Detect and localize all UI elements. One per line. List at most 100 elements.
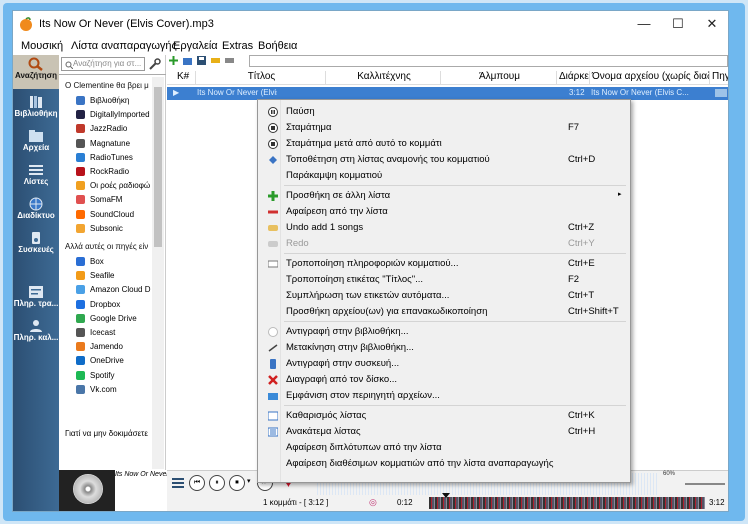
previous-button[interactable]: ⏮ [189,475,205,491]
service-icon [76,299,85,309]
load-playlist-icon[interactable] [183,56,192,65]
list-item[interactable]: RadioTunes [76,151,156,164]
tab-artist-info[interactable]: Πληρ. καλ... [13,317,59,349]
list-item[interactable]: OneDrive [76,354,156,367]
queue-icon [269,156,277,164]
list-item[interactable]: Amazon Cloud D [76,283,156,296]
column-album[interactable]: Άλμπουμ [440,71,556,85]
maximize-button[interactable]: ☐ [661,11,695,37]
menu-item[interactable]: Τροποποίηση ετικέτας "Τίτλος"... F2 [260,272,630,288]
menu-item[interactable]: Τροποποίηση πληροφοριών κομματιού... Ctrl… [260,256,630,272]
device-copy-icon [270,359,276,369]
seek-handle[interactable] [441,493,450,498]
menu-item[interactable]: Συμπλήρωση των ετικετών αυτόματα... Ctrl+… [260,288,630,304]
scrollbar-thumb[interactable] [154,87,162,247]
stop-button[interactable]: ⏹ [229,475,245,491]
menu-item[interactable]: Αντιγραφή στην συσκευή... [260,356,630,372]
now-playing-indicator-icon: ▶ [173,88,180,97]
menu-item[interactable]: Διαγραφή από τον δίσκο... [260,372,630,388]
column-length[interactable]: Διάρκει [556,71,589,85]
list-item[interactable]: JazzRadio [76,122,156,135]
tab-playlists[interactable]: Λίστες [13,161,59,193]
list-item[interactable]: Box [76,255,156,268]
menu-item[interactable]: Αντιγραφή στην βιβλιοθήκη... [260,324,630,340]
list-item[interactable]: Vk.com [76,383,156,396]
service-icon [76,138,85,148]
volume-slider[interactable] [685,477,725,485]
row-length: 3:12 [569,88,585,97]
menu-item[interactable]: Αφαίρεση διαθέσιμων κομματιών από την λί… [260,456,630,472]
menu-item[interactable]: Παράκαμψη κομματιού [260,168,630,184]
list-item[interactable]: Seafile [76,269,156,282]
list-item[interactable]: Jamendo [76,340,156,353]
menu-help[interactable]: Βοήθεια [258,40,297,52]
list-item-label: Icecast [90,328,116,337]
list-item[interactable]: SoundCloud [76,208,156,221]
delete-icon [268,375,278,385]
close-button[interactable]: ✕ [695,11,728,37]
list-item[interactable]: RockRadio [76,165,156,178]
tab-library[interactable]: Βιβλιοθήκη [13,93,59,125]
list-item[interactable]: Βιβλιοθήκη [76,94,156,107]
list-item[interactable]: Spotify [76,369,156,382]
list-item[interactable]: Dropbox [76,298,156,311]
menu-item[interactable]: Μετακίνηση στην βιβλιοθήκη... [260,340,630,356]
menu-item[interactable]: Εμφάνιση στον περιηγητή αρχείων... [260,388,630,404]
menu-item[interactable]: Σταμάτημα μετά από αυτό το κομμάτι [260,136,630,152]
list-item[interactable]: Subsonic [76,222,156,235]
tab-devices[interactable]: Συσκευές [13,229,59,261]
menu-playlist[interactable]: Λίστα αναπαραγωγής [71,40,177,52]
menu-item[interactable]: Προσθήκη σε άλλη λίστα ▸ [260,188,630,204]
tab-internet[interactable]: Διαδίκτυο [13,195,59,227]
column-filename[interactable]: Όνομα αρχείου (χωρίς διαδρομ [589,71,709,85]
menu-separator [284,253,626,254]
lastfm-icon[interactable]: ◎ [369,497,377,508]
seek-bar[interactable] [429,497,705,509]
repeat-toolbar-icon[interactable] [225,56,234,65]
menu-item[interactable]: Καθαρισμός λίστας Ctrl+K [260,408,630,424]
list-item[interactable]: Google Drive [76,312,156,325]
global-search-input[interactable]: Αναζήτηση για στ... [61,57,145,71]
menu-item[interactable]: Σταμάτημα F7 [260,120,630,136]
menu-item[interactable]: Προσθήκη αρχείου(ων) για επανακωδικοποίη… [260,304,630,320]
cd-icon [73,474,103,504]
column-artist[interactable]: Καλλιτέχνης [325,71,440,85]
menu-item-label: Τροποποίηση ετικέτας "Τίτλος"... [286,274,424,285]
tab-track-info[interactable]: Πληρ. τρα... [13,283,59,315]
menu-item[interactable]: Ανακάτεμα λίστας Ctrl+H [260,424,630,440]
list-item[interactable]: DigitallyImported [76,108,156,121]
menu-extras[interactable]: Extras [222,40,253,52]
menu-item[interactable]: Redo Ctrl+Y [260,236,630,252]
menu-item[interactable]: Παύση [260,104,630,120]
tools-icon[interactable] [149,58,161,70]
sidebar-scrollbar[interactable] [152,77,164,469]
shuffle-toolbar-icon[interactable] [211,56,220,65]
pause-button[interactable]: ⏸ [209,475,225,491]
list-item-label: Spotify [90,370,115,380]
playlist-filter-input[interactable] [249,55,728,67]
save-playlist-icon[interactable] [197,56,206,65]
column-title[interactable]: Τίτλος [195,71,325,85]
menu-item[interactable]: Αφαίρεση από την λίστα [260,204,630,220]
album-art[interactable] [59,470,115,511]
list-item[interactable]: Οι ροές ραδιοφώ [76,179,156,192]
list-item[interactable]: SomaFM [76,193,156,206]
tab-files[interactable]: Αρχεία [13,127,59,159]
playlist-toggle-icon[interactable] [171,476,185,490]
tab-search[interactable]: Αναζήτηση [13,55,59,89]
list-item[interactable]: Icecast [76,326,156,339]
menu-item[interactable]: Αφαίρεση διπλότυπων από την λίστα [260,440,630,456]
stop-menu-arrow-icon[interactable]: ▾ [247,477,251,485]
menu-item-label: Διαγραφή από τον δίσκο... [286,374,398,385]
minimize-button[interactable]: — [627,11,661,37]
column-source[interactable]: Πηγή [709,71,728,85]
menu-item[interactable]: Τοποθέτηση στη λίστας αναμονής του κομμα… [260,152,630,168]
add-playlist-icon[interactable] [169,56,178,65]
menu-tools[interactable]: Εργαλεία [173,40,218,52]
elapsed-time: 0:12 [397,498,413,507]
folder-open-icon [268,393,278,400]
menu-music[interactable]: Μουσική [21,40,63,52]
menu-item[interactable]: Undo add 1 songs Ctrl+Z [260,220,630,236]
list-item[interactable]: Magnatune [76,137,156,150]
clear-icon [268,411,278,421]
